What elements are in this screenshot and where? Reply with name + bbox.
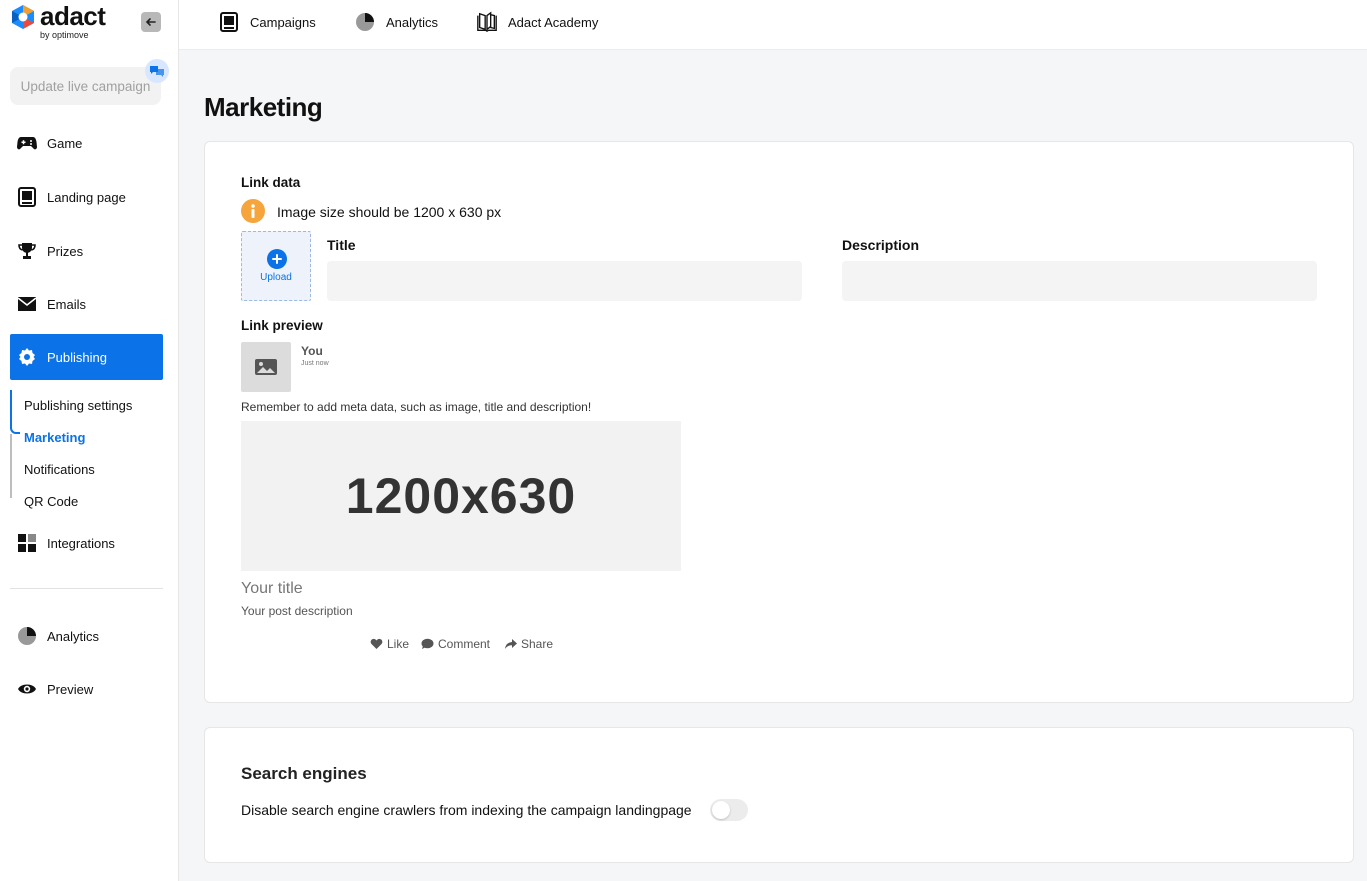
logo-subtitle: by optimove bbox=[40, 30, 89, 40]
preview-timestamp: Just now bbox=[301, 360, 329, 367]
sidebar-item-label: Game bbox=[47, 135, 83, 151]
search-engines-card bbox=[204, 727, 1354, 863]
sidebar-item-label: Integrations bbox=[47, 535, 115, 551]
pie-chart-icon bbox=[354, 11, 376, 33]
sidebar-item-label: Prizes bbox=[47, 243, 84, 259]
comment-action[interactable]: Comment bbox=[421, 637, 490, 651]
sidebar-item-integrations[interactable]: Integrations bbox=[10, 520, 163, 566]
title-input[interactable] bbox=[327, 261, 802, 301]
toggle-knob bbox=[712, 801, 730, 819]
share-action[interactable]: Share bbox=[504, 637, 553, 651]
like-action[interactable]: Like bbox=[370, 637, 409, 651]
image-placeholder-icon bbox=[255, 359, 277, 375]
top-nav-label: Analytics bbox=[386, 14, 439, 30]
info-icon bbox=[241, 199, 265, 223]
logo-text: adact bbox=[40, 1, 106, 31]
top-nav-label: Adact Academy bbox=[508, 14, 599, 30]
adact-logo[interactable]: adact by optimove bbox=[10, 1, 120, 40]
avatar bbox=[241, 342, 291, 392]
heart-icon bbox=[370, 638, 383, 649]
preview-image-placeholder: 1200x630 bbox=[241, 421, 681, 571]
envelope-icon bbox=[17, 294, 37, 314]
subitem-qr-code[interactable]: QR Code bbox=[24, 494, 78, 509]
sidebar-item-label: Preview bbox=[47, 681, 94, 697]
update-live-campaign-button[interactable]: Update live campaign bbox=[10, 67, 161, 105]
sidebar-item-label: Emails bbox=[47, 296, 87, 312]
title-label: Title bbox=[327, 237, 356, 253]
preview-post-description: Your post description bbox=[241, 604, 353, 618]
subitem-notifications[interactable]: Notifications bbox=[24, 462, 95, 477]
link-preview-heading: Link preview bbox=[241, 318, 323, 333]
collapse-sidebar-button[interactable] bbox=[141, 12, 161, 32]
pie-chart-icon bbox=[17, 626, 37, 646]
preview-post-title: Your title bbox=[241, 580, 303, 597]
share-icon bbox=[505, 639, 517, 649]
top-nav-campaigns[interactable]: Campaigns bbox=[218, 10, 316, 34]
eye-icon bbox=[17, 679, 37, 699]
gamepad-icon bbox=[17, 133, 37, 153]
sidebar-item-preview[interactable]: Preview bbox=[10, 666, 163, 712]
upload-label: Upload bbox=[260, 272, 292, 283]
gear-icon bbox=[17, 347, 37, 367]
top-nav-adact-academy[interactable]: Adact Academy bbox=[476, 10, 598, 34]
sidebar: adact by optimove Update live campaign G… bbox=[0, 0, 179, 881]
image-size-info: Image size should be 1200 x 630 px bbox=[277, 204, 502, 220]
sidebar-item-label: Analytics bbox=[47, 628, 100, 644]
book-icon bbox=[476, 11, 498, 33]
disable-crawlers-label: Disable search engine crawlers from inde… bbox=[241, 802, 692, 818]
sidebar-divider bbox=[10, 588, 163, 589]
comment-icon bbox=[421, 638, 434, 649]
link-data-heading: Link data bbox=[241, 175, 301, 190]
disable-crawlers-toggle[interactable] bbox=[710, 799, 748, 821]
like-label: Like bbox=[387, 637, 410, 651]
page-title: Marketing bbox=[204, 92, 323, 122]
top-navigation: Campaigns Analytics Adact Academy bbox=[179, 0, 1367, 50]
campaigns-icon bbox=[218, 11, 240, 33]
subitem-marketing[interactable]: Marketing bbox=[24, 430, 85, 445]
subtree-line-active bbox=[10, 390, 20, 434]
description-input[interactable] bbox=[842, 261, 1317, 301]
arrow-left-icon bbox=[145, 18, 156, 26]
description-label: Description bbox=[842, 237, 920, 253]
sidebar-item-label: Publishing bbox=[47, 349, 107, 365]
share-label: Share bbox=[521, 637, 554, 651]
sidebar-item-emails[interactable]: Emails bbox=[10, 281, 163, 327]
sidebar-item-label: Landing page bbox=[47, 189, 126, 205]
upload-image-button[interactable]: Upload bbox=[241, 231, 311, 301]
sidebar-item-analytics[interactable]: Analytics bbox=[10, 613, 163, 659]
sidebar-item-game[interactable]: Game bbox=[10, 120, 163, 166]
top-nav-label: Campaigns bbox=[250, 14, 316, 30]
sidebar-item-publishing[interactable]: Publishing bbox=[10, 334, 163, 380]
preview-user-name: You bbox=[301, 344, 323, 358]
landing-page-icon bbox=[17, 187, 37, 207]
sidebar-item-landing-page[interactable]: Landing page bbox=[10, 174, 163, 220]
top-nav-analytics[interactable]: Analytics bbox=[354, 10, 438, 34]
trophy-icon bbox=[17, 241, 37, 261]
help-chat-icon[interactable] bbox=[145, 59, 169, 83]
subitem-publishing-settings[interactable]: Publishing settings bbox=[24, 398, 132, 413]
plus-icon bbox=[267, 249, 287, 269]
grid-icon bbox=[17, 533, 37, 553]
adact-logo-icon bbox=[12, 5, 34, 29]
search-engines-heading: Search engines bbox=[241, 764, 367, 783]
sidebar-item-prizes[interactable]: Prizes bbox=[10, 228, 163, 274]
subtree-line bbox=[10, 434, 20, 498]
meta-data-reminder: Remember to add meta data, such as image… bbox=[241, 400, 592, 414]
comment-label: Comment bbox=[438, 637, 491, 651]
